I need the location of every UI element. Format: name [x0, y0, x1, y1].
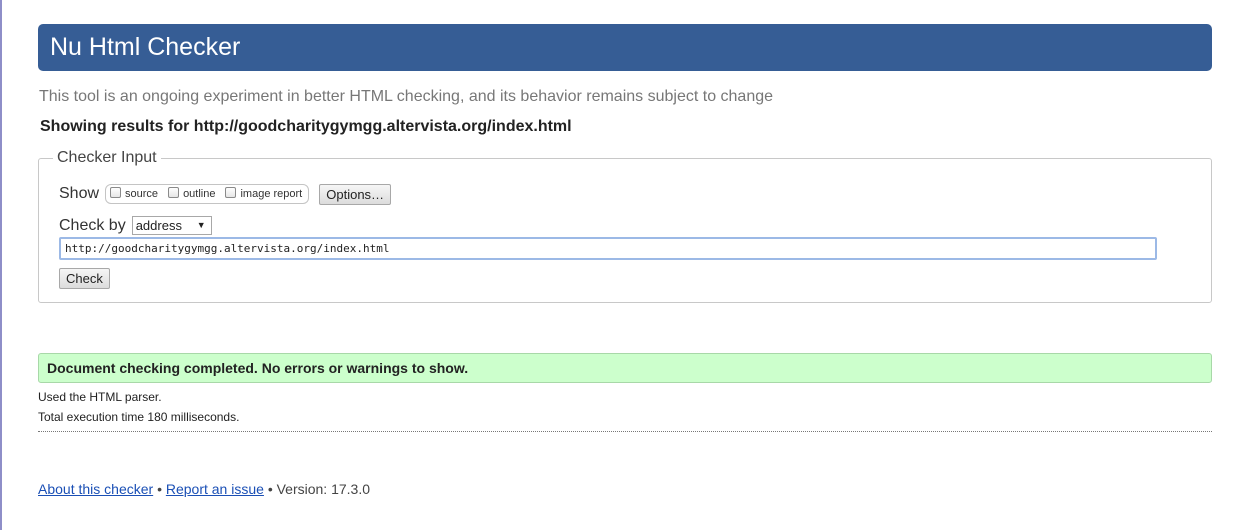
image-report-checkbox-label: image report	[240, 188, 303, 200]
check-by-selected-value: address	[135, 218, 182, 233]
footer-separator: •	[157, 481, 162, 497]
version-text: Version: 17.3.0	[276, 481, 371, 497]
options-button[interactable]: Options…	[319, 183, 392, 205]
report-issue-link[interactable]: Report an issue	[166, 481, 264, 497]
check-by-label: Check by	[59, 216, 126, 234]
url-input[interactable]: http://goodcharitygymgg.altervista.org/i…	[59, 237, 1157, 260]
parser-info: Used the HTML parser.	[38, 390, 162, 404]
divider	[38, 431, 1212, 432]
outline-checkbox[interactable]: outline	[168, 186, 216, 200]
about-checker-link[interactable]: About this checker	[38, 481, 153, 497]
checker-input-legend: Checker Input	[53, 149, 161, 167]
footer-separator: •	[267, 481, 273, 497]
showing-results-heading: Showing results for http://goodcharitygy…	[40, 118, 572, 135]
footer: About this checker • Report an issue • V…	[38, 481, 370, 497]
checkbox-box[interactable]	[225, 186, 237, 198]
dropdown-arrow-icon: ▼	[196, 220, 206, 230]
show-row: Show source outline image report Options…	[59, 183, 392, 205]
check-by-row: Check by address ▼	[59, 216, 212, 235]
checker-input-fieldset: Checker Input Show source outline image …	[38, 149, 1212, 303]
left-border	[0, 0, 2, 530]
source-checkbox[interactable]: source	[110, 186, 159, 200]
check-button[interactable]: Check	[59, 268, 110, 289]
show-label: Show	[59, 185, 100, 202]
execution-time-info: Total execution time 180 milliseconds.	[38, 410, 240, 424]
page-title: Nu Html Checker	[50, 33, 241, 61]
source-checkbox-label: source	[125, 188, 159, 200]
show-options-group: source outline image report	[105, 184, 310, 204]
app-header: Nu Html Checker	[38, 24, 1212, 71]
checkbox-box[interactable]	[168, 186, 180, 198]
image-report-checkbox[interactable]: image report	[225, 186, 303, 200]
check-by-select[interactable]: address ▼	[131, 216, 212, 235]
checkbox-box[interactable]	[110, 186, 122, 198]
result-success-banner: Document checking completed. No errors o…	[38, 353, 1212, 383]
outline-checkbox-label: outline	[183, 188, 216, 200]
tagline: This tool is an ongoing experiment in be…	[39, 88, 774, 105]
